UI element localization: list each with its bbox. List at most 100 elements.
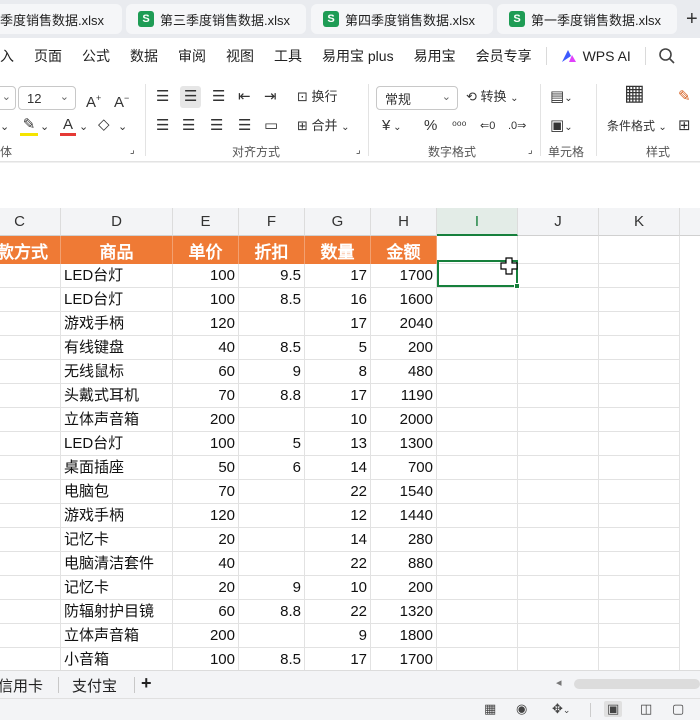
price-cell[interactable]: 40 bbox=[173, 552, 239, 576]
empty-cell[interactable] bbox=[599, 480, 680, 504]
price-cell[interactable]: 120 bbox=[173, 312, 239, 336]
quantity-cell[interactable]: 9 bbox=[305, 624, 371, 648]
product-cell[interactable]: 电脑包 bbox=[61, 480, 173, 504]
price-cell[interactable]: 100 bbox=[173, 264, 239, 288]
quantity-cell[interactable]: 17 bbox=[305, 264, 371, 288]
empty-cell[interactable] bbox=[518, 504, 599, 528]
product-cell[interactable]: LED台灯 bbox=[61, 288, 173, 312]
price-cell[interactable]: 70 bbox=[173, 480, 239, 504]
column-header-k[interactable]: K bbox=[599, 208, 680, 236]
product-cell[interactable]: 无线鼠标 bbox=[61, 360, 173, 384]
empty-cell[interactable] bbox=[599, 504, 680, 528]
search-icon[interactable] bbox=[658, 47, 676, 65]
empty-cell[interactable] bbox=[518, 336, 599, 360]
empty-cell[interactable] bbox=[518, 600, 599, 624]
merge-button[interactable]: ⊞ 合并 ⌄ bbox=[297, 117, 350, 137]
spreadsheet-grid[interactable]: C D E F G H I J K 款方式 商品 单价 折扣 数量 金额 LED… bbox=[0, 208, 700, 670]
product-cell[interactable]: LED台灯 bbox=[61, 264, 173, 288]
eye-icon[interactable]: ◉ bbox=[516, 701, 527, 717]
empty-cell[interactable] bbox=[518, 576, 599, 600]
menu-data[interactable]: 数据 bbox=[120, 46, 168, 66]
payment-cell[interactable] bbox=[0, 456, 61, 480]
price-cell[interactable]: 100 bbox=[173, 432, 239, 456]
price-cell[interactable]: 200 bbox=[173, 408, 239, 432]
decrease-decimal-icon[interactable]: .0⇒ bbox=[508, 117, 526, 135]
thousands-icon[interactable]: ⁰⁰⁰ bbox=[452, 117, 466, 135]
chevron-down-icon[interactable]: ⌄ bbox=[118, 118, 127, 136]
amount-cell[interactable]: 200 bbox=[371, 576, 437, 600]
empty-cell[interactable] bbox=[518, 648, 599, 670]
justify-icon[interactable]: ☰ bbox=[238, 117, 251, 135]
column-header-g[interactable]: G bbox=[305, 208, 371, 236]
discount-cell[interactable] bbox=[239, 408, 305, 432]
product-cell[interactable]: 记忆卡 bbox=[61, 576, 173, 600]
amount-cell[interactable]: 2000 bbox=[371, 408, 437, 432]
discount-cell[interactable]: 8.5 bbox=[239, 648, 305, 670]
empty-cell[interactable] bbox=[518, 432, 599, 456]
empty-cell[interactable] bbox=[437, 624, 518, 648]
empty-cell[interactable] bbox=[518, 552, 599, 576]
column-header-h[interactable]: H bbox=[371, 208, 437, 236]
discount-cell[interactable] bbox=[239, 504, 305, 528]
empty-cell[interactable] bbox=[437, 576, 518, 600]
convert-button[interactable]: ⟲ 转换 ⌄ bbox=[466, 88, 519, 108]
discount-cell[interactable] bbox=[239, 528, 305, 552]
fill-handle[interactable] bbox=[514, 283, 520, 289]
amount-cell[interactable]: 1600 bbox=[371, 288, 437, 312]
header-payment-method[interactable]: 款方式 bbox=[0, 236, 61, 264]
empty-cell[interactable] bbox=[599, 600, 680, 624]
table-style-icon[interactable]: ⊞ bbox=[678, 117, 691, 135]
payment-cell[interactable] bbox=[0, 336, 61, 360]
discount-cell[interactable] bbox=[239, 552, 305, 576]
price-cell[interactable]: 100 bbox=[173, 648, 239, 670]
highlight-color-icon[interactable]: ✎ bbox=[20, 116, 38, 136]
discount-cell[interactable]: 9.5 bbox=[239, 264, 305, 288]
menu-view[interactable]: 视图 bbox=[216, 46, 264, 66]
page-layout-icon[interactable]: ◫ bbox=[640, 701, 652, 717]
payment-cell[interactable] bbox=[0, 312, 61, 336]
empty-cell[interactable] bbox=[599, 528, 680, 552]
price-cell[interactable]: 70 bbox=[173, 384, 239, 408]
empty-cell[interactable] bbox=[437, 312, 518, 336]
product-cell[interactable]: 有线键盘 bbox=[61, 336, 173, 360]
payment-cell[interactable] bbox=[0, 384, 61, 408]
empty-cell[interactable] bbox=[437, 528, 518, 552]
align-top-icon[interactable]: ☰ bbox=[156, 88, 169, 106]
amount-cell[interactable]: 1190 bbox=[371, 384, 437, 408]
conditional-format-button[interactable]: 条件格式 ⌄ bbox=[607, 117, 667, 137]
horizontal-scrollbar[interactable] bbox=[574, 679, 700, 689]
amount-cell[interactable]: 1300 bbox=[371, 432, 437, 456]
empty-cell[interactable] bbox=[518, 528, 599, 552]
align-bottom-icon[interactable]: ☰ bbox=[212, 88, 225, 106]
empty-cell[interactable] bbox=[599, 384, 680, 408]
empty-cell[interactable] bbox=[599, 648, 680, 670]
empty-cell[interactable] bbox=[599, 408, 680, 432]
align-right-icon[interactable]: ☰ bbox=[210, 117, 223, 135]
payment-cell[interactable] bbox=[0, 648, 61, 670]
payment-cell[interactable] bbox=[0, 504, 61, 528]
empty-cell[interactable] bbox=[599, 312, 680, 336]
discount-cell[interactable]: 9 bbox=[239, 360, 305, 384]
column-header-f[interactable]: F bbox=[239, 208, 305, 236]
amount-cell[interactable]: 1320 bbox=[371, 600, 437, 624]
chevron-down-icon[interactable]: ⌄ bbox=[0, 118, 9, 136]
product-cell[interactable]: 游戏手柄 bbox=[61, 312, 173, 336]
empty-cell[interactable] bbox=[599, 336, 680, 360]
amount-cell[interactable]: 1800 bbox=[371, 624, 437, 648]
product-cell[interactable]: 游戏手柄 bbox=[61, 504, 173, 528]
font-color-icon[interactable]: A bbox=[60, 116, 76, 136]
price-cell[interactable]: 100 bbox=[173, 288, 239, 312]
font-name-dropdown[interactable]: ⌄ bbox=[0, 86, 16, 110]
column-header-c[interactable]: C bbox=[0, 208, 61, 236]
amount-cell[interactable]: 1700 bbox=[371, 648, 437, 670]
amount-cell[interactable]: 880 bbox=[371, 552, 437, 576]
rows-columns-icon[interactable]: ▤⌄ bbox=[550, 88, 573, 108]
price-cell[interactable]: 20 bbox=[173, 528, 239, 552]
payment-cell[interactable] bbox=[0, 528, 61, 552]
discount-cell[interactable] bbox=[239, 480, 305, 504]
page-break-icon[interactable]: ▢ bbox=[672, 701, 684, 717]
distribute-icon[interactable]: ▭ bbox=[264, 117, 278, 135]
quantity-cell[interactable]: 13 bbox=[305, 432, 371, 456]
empty-cell[interactable] bbox=[437, 648, 518, 670]
quantity-cell[interactable]: 10 bbox=[305, 576, 371, 600]
